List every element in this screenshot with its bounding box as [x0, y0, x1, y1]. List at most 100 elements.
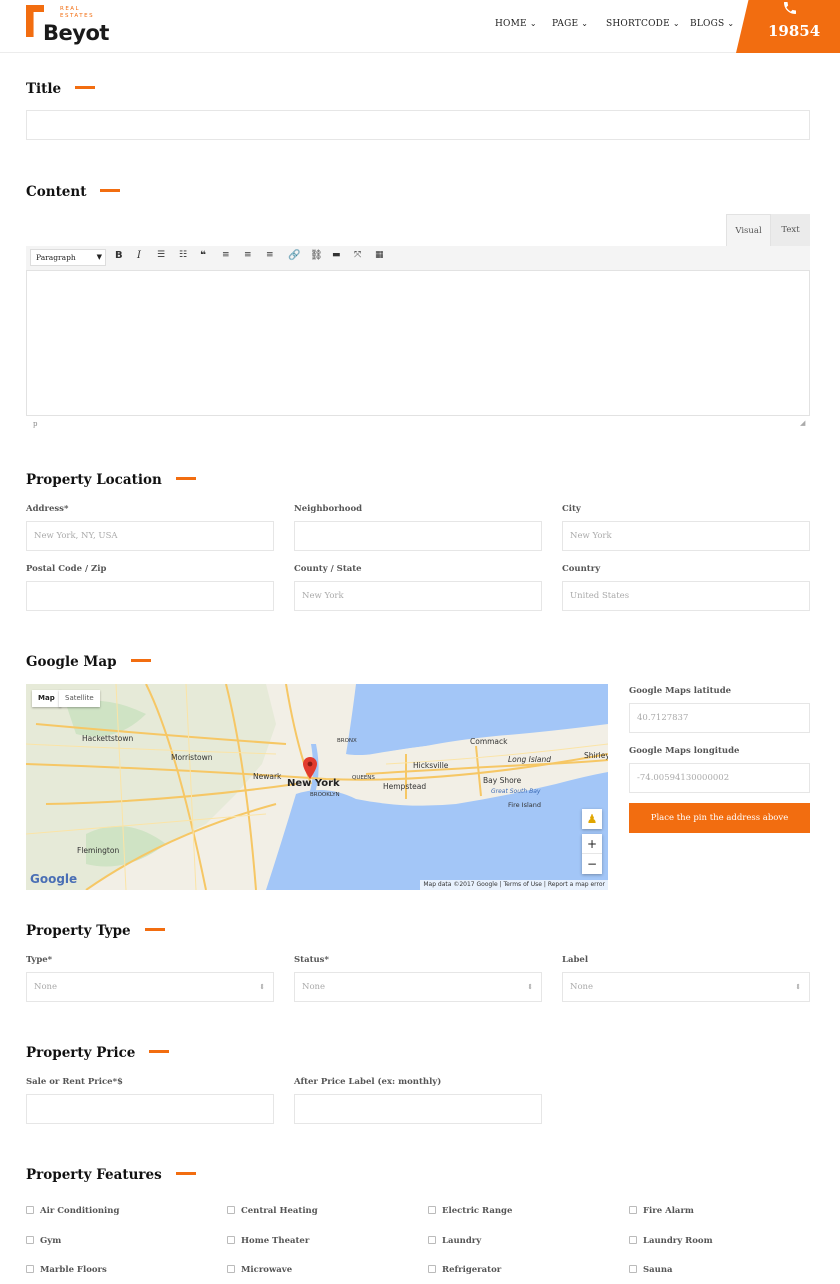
heading-text: Property Features	[26, 1167, 162, 1183]
chevron-down-icon: ⌄	[581, 19, 589, 28]
checkbox-icon[interactable]	[227, 1265, 235, 1273]
checkbox-icon[interactable]	[26, 1206, 34, 1214]
feature-checkbox[interactable]: Refrigerator	[428, 1265, 501, 1275]
logo-mark-icon	[26, 5, 44, 37]
zoom-controls: + −	[582, 834, 602, 874]
longitude-placeholder: -74.00594130000002	[637, 773, 730, 783]
tab-visual[interactable]: Visual	[726, 214, 771, 246]
link-icon[interactable]: 🔗	[288, 250, 300, 261]
zoom-in-button[interactable]: +	[582, 834, 602, 854]
heading-text: Google Map	[26, 654, 117, 670]
longitude-label: Google Maps longitude	[629, 746, 740, 756]
after-price-input[interactable]	[294, 1094, 542, 1124]
terms-link[interactable]: Terms of Use	[504, 881, 542, 888]
feature-checkbox[interactable]: Gym	[26, 1236, 61, 1246]
price-input[interactable]	[26, 1094, 274, 1124]
bold-icon[interactable]: B	[115, 250, 123, 261]
title-input[interactable]	[26, 110, 810, 140]
map-label: Hackettstown	[82, 734, 134, 743]
blockquote-icon[interactable]: ❝	[200, 250, 206, 261]
bullet-list-icon[interactable]: ☰	[157, 250, 165, 260]
toolbar-toggle-icon[interactable]: ▦	[375, 250, 384, 260]
nav-item-home[interactable]: HOME ⌄	[495, 19, 537, 29]
feature-checkbox[interactable]: Electric Range	[428, 1206, 512, 1216]
feature-label: Refrigerator	[442, 1265, 502, 1275]
feature-checkbox[interactable]: Home Theater	[227, 1236, 309, 1246]
numbered-list-icon[interactable]: ☷	[179, 250, 187, 260]
state-label: County / State	[294, 564, 362, 574]
report-error-link[interactable]: Report a map error	[548, 881, 605, 888]
tab-text[interactable]: Text	[771, 214, 810, 246]
nav-label: SHORTCODE	[606, 19, 670, 29]
place-pin-button[interactable]: Place the pin the address above	[629, 803, 810, 833]
latitude-input[interactable]: 40.7127837	[629, 703, 810, 733]
map-label: QUEENS	[352, 775, 375, 781]
nav-label: HOME	[495, 19, 527, 29]
phone-number: 19854	[768, 22, 821, 40]
feature-checkbox[interactable]: Laundry Room	[629, 1236, 713, 1246]
format-select[interactable]: Paragraph ▼	[30, 249, 106, 266]
zip-label: Postal Code / Zip	[26, 564, 107, 574]
map-pin-icon[interactable]	[303, 757, 317, 779]
feature-checkbox[interactable]: Central Heating	[227, 1206, 318, 1216]
nav-item-blogs[interactable]: BLOGS ⌄	[690, 19, 734, 29]
checkbox-icon[interactable]	[428, 1206, 436, 1214]
map-type-satellite[interactable]: Satellite	[59, 690, 100, 707]
longitude-input[interactable]: -74.00594130000002	[629, 763, 810, 793]
status-select[interactable]: None ⇕	[294, 972, 542, 1002]
unlink-icon[interactable]: ⛓	[310, 250, 323, 261]
state-input[interactable]: New York	[294, 581, 542, 611]
italic-icon[interactable]: I	[137, 250, 141, 261]
checkbox-icon[interactable]	[629, 1265, 637, 1273]
site-logo[interactable]: REAL ESTATES Beyot	[26, 5, 116, 47]
google-map[interactable]: Map Satellite Hackettstown Morristown Ne…	[26, 684, 608, 890]
checkbox-icon[interactable]	[26, 1236, 34, 1244]
zoom-out-button[interactable]: −	[582, 854, 602, 874]
content-editor[interactable]	[26, 270, 810, 416]
neighborhood-input[interactable]	[294, 521, 542, 551]
address-placeholder: New York, NY, USA	[34, 531, 118, 541]
map-label: Long Island	[508, 755, 551, 764]
country-input[interactable]: United States	[562, 581, 810, 611]
feature-checkbox[interactable]: Fire Alarm	[629, 1206, 694, 1216]
checkbox-icon[interactable]	[428, 1236, 436, 1244]
city-input[interactable]: New York	[562, 521, 810, 551]
align-left-icon[interactable]: ≡	[222, 250, 230, 260]
state-placeholder: New York	[302, 591, 344, 601]
map-label: BROOKLYN	[310, 792, 340, 798]
price-label: Sale or Rent Price*$	[26, 1077, 123, 1087]
checkbox-icon[interactable]	[629, 1236, 637, 1244]
heading-text: Property Price	[26, 1045, 136, 1061]
align-center-icon[interactable]: ≡	[244, 250, 252, 260]
site-header: REAL ESTATES Beyot HOME ⌄ PAGE ⌄ SHORTCODE…	[0, 0, 840, 53]
checkbox-icon[interactable]	[26, 1265, 34, 1273]
feature-checkbox[interactable]: Microwave	[227, 1265, 292, 1275]
read-more-icon[interactable]: ▬	[332, 250, 341, 260]
address-input[interactable]: New York, NY, USA	[26, 521, 274, 551]
street-view-icon[interactable]: ♟	[582, 809, 602, 829]
feature-checkbox[interactable]: Sauna	[629, 1265, 673, 1275]
feature-label: Microwave	[241, 1265, 293, 1275]
section-type-heading: Property Type	[26, 923, 165, 939]
map-type-map[interactable]: Map	[32, 690, 61, 707]
checkbox-icon[interactable]	[629, 1206, 637, 1214]
feature-label: Central Heating	[241, 1206, 318, 1216]
nav-item-page[interactable]: PAGE ⌄	[552, 19, 588, 29]
checkbox-icon[interactable]	[227, 1236, 235, 1244]
fullscreen-icon[interactable]: ⤧	[354, 250, 361, 260]
map-label: Flemington	[77, 846, 120, 855]
feature-checkbox[interactable]: Marble Floors	[26, 1265, 107, 1275]
align-right-icon[interactable]: ≡	[266, 250, 274, 260]
feature-checkbox[interactable]: Air Conditioning	[26, 1206, 119, 1216]
type-select[interactable]: None ⇕	[26, 972, 274, 1002]
zip-input[interactable]	[26, 581, 274, 611]
map-label: Bay Shore	[483, 776, 522, 785]
checkbox-icon[interactable]	[227, 1206, 235, 1214]
checkbox-icon[interactable]	[428, 1265, 436, 1273]
phone-callout[interactable]: 19854	[736, 0, 840, 53]
label-select[interactable]: None ⇕	[562, 972, 810, 1002]
nav-item-shortcode[interactable]: SHORTCODE ⌄	[606, 19, 680, 29]
resize-handle-icon[interactable]: ◢	[800, 419, 805, 427]
feature-checkbox[interactable]: Laundry	[428, 1236, 481, 1246]
nav-label: BLOGS	[690, 19, 725, 29]
